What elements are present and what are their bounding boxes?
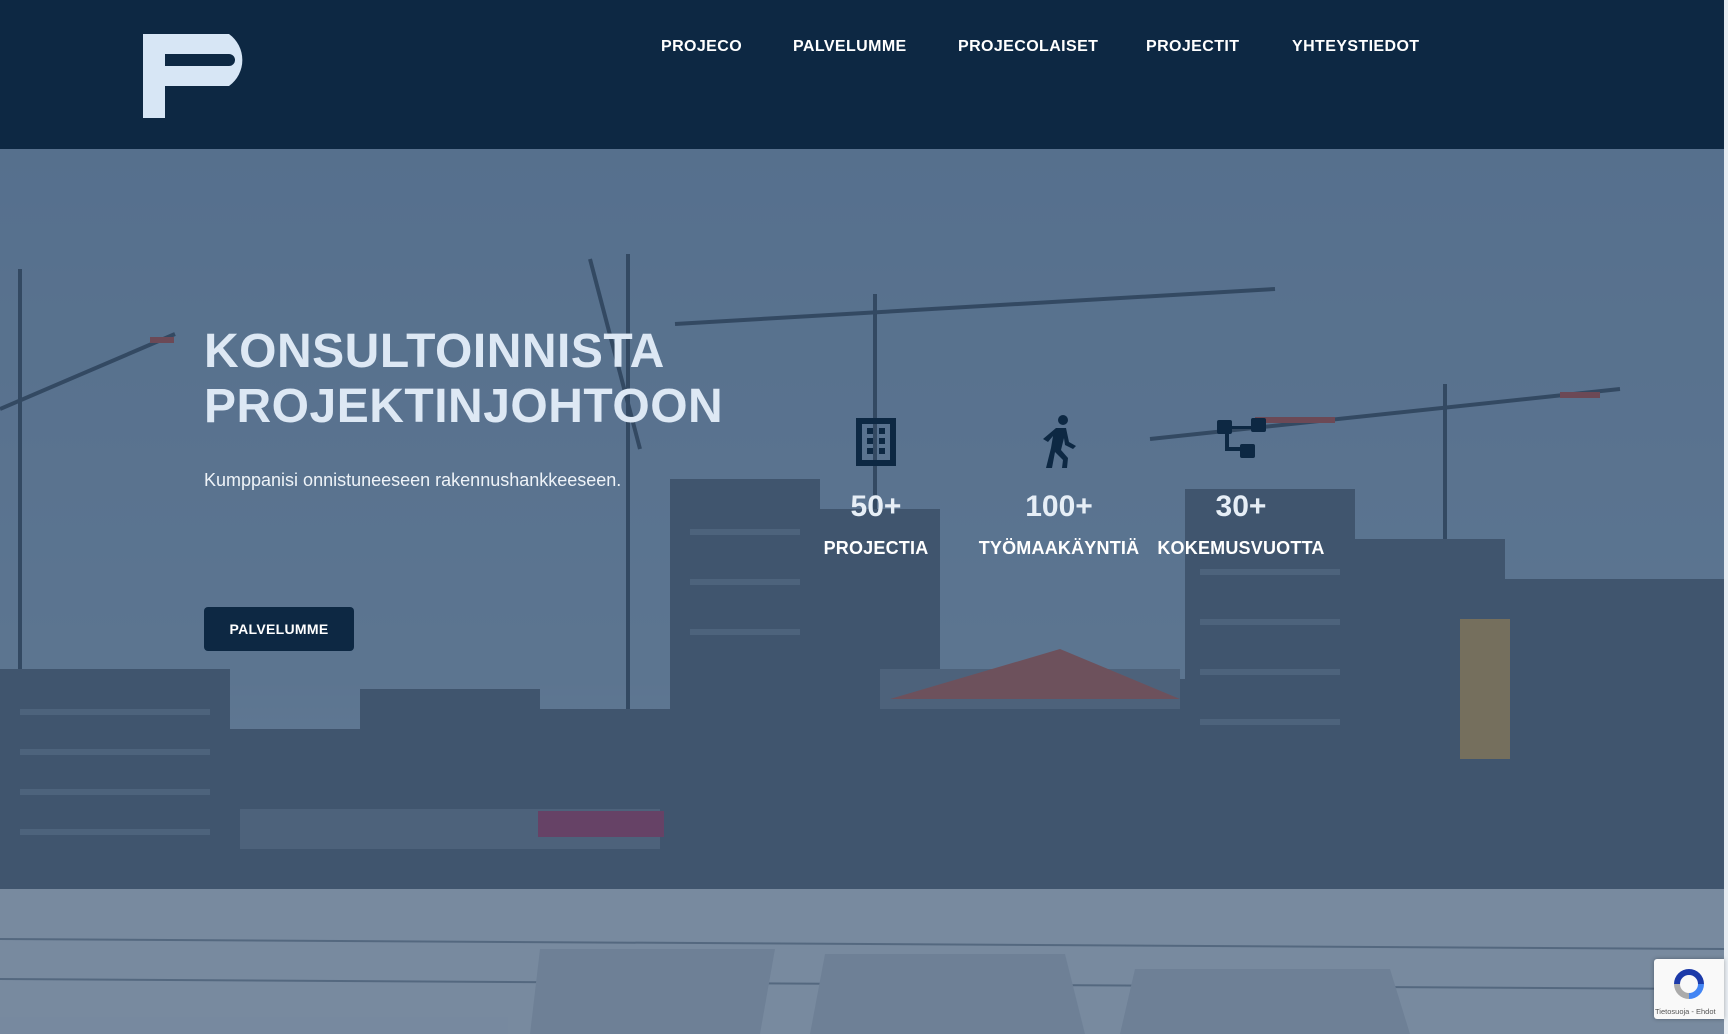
nav-item-yhteystiedot[interactable]: YHTEYSTIEDOT bbox=[1292, 38, 1419, 56]
stat-projects: 50+ PROJECTIA bbox=[786, 414, 966, 559]
stat-site-visits: 100+ TYÖMAAKÄYNTIÄ bbox=[969, 414, 1149, 559]
stat-value: 100+ bbox=[1025, 490, 1093, 523]
recaptcha-badge[interactable]: Tietosuoja - Ehdot bbox=[1654, 959, 1724, 1019]
page-edge bbox=[1724, 0, 1728, 1034]
hero-overlay bbox=[0, 149, 1724, 1034]
hero-title: KONSULTOINNISTA PROJEKTINJOHTOON bbox=[204, 324, 723, 434]
hero-subtitle: Kumppanisi onnistuneeseen rakennushankke… bbox=[204, 470, 622, 490]
recaptcha-icon bbox=[1674, 969, 1704, 999]
nav-item-projectit[interactable]: PROJECTIT bbox=[1146, 38, 1239, 56]
main-nav: PROJECO PALVELUMME PROJECOLAISET PROJECT… bbox=[0, 38, 1724, 62]
stat-value: 30+ bbox=[1215, 490, 1267, 523]
stat-label: KOKEMUSVUOTTA bbox=[1157, 538, 1325, 558]
flowchart-icon bbox=[1217, 418, 1266, 458]
hero-title-line1: KONSULTOINNISTA bbox=[204, 325, 665, 378]
stat-value: 50+ bbox=[850, 490, 902, 523]
nav-item-projecolaiset[interactable]: PROJECOLAISET bbox=[958, 38, 1098, 56]
stat-label: TYÖMAAKÄYNTIÄ bbox=[978, 538, 1140, 558]
hero-title-line2: PROJEKTINJOHTOON bbox=[204, 380, 724, 433]
recaptcha-links[interactable]: Tietosuoja - Ehdot bbox=[1655, 1007, 1725, 1016]
hero-section: KONSULTOINNISTA PROJEKTINJOHTOON Kumppan… bbox=[0, 149, 1724, 1034]
nav-item-projeco[interactable]: PROJECO bbox=[661, 38, 742, 56]
building-icon bbox=[856, 418, 896, 466]
stat-label: PROJECTIA bbox=[823, 538, 929, 558]
stat-experience: 30+ KOKEMUSVUOTTA bbox=[1151, 414, 1331, 559]
walking-person-icon bbox=[1043, 415, 1076, 468]
site-header: PROJECO PALVELUMME PROJECOLAISET PROJECT… bbox=[0, 0, 1724, 149]
palvelumme-button[interactable]: PALVELUMME bbox=[204, 607, 354, 651]
nav-item-palvelumme[interactable]: PALVELUMME bbox=[793, 38, 907, 56]
